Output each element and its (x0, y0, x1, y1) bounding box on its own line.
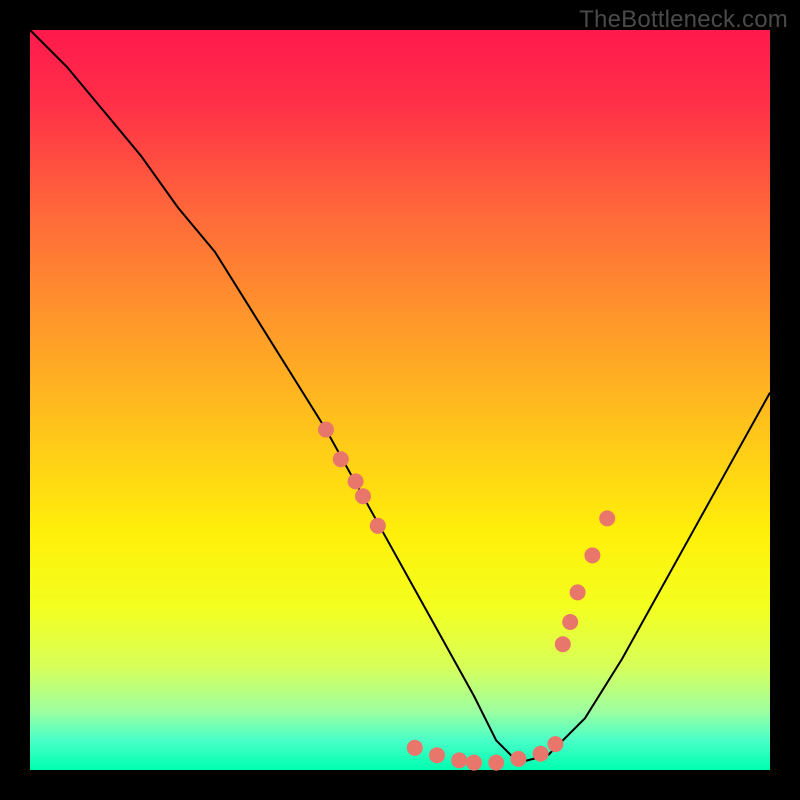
curve-dot (466, 755, 482, 771)
bottleneck-curve-path (30, 30, 770, 763)
watermark-text: TheBottleneck.com (579, 6, 788, 34)
curve-dot (488, 755, 504, 771)
curve-dot (370, 518, 386, 534)
curve-dot (533, 746, 549, 762)
curve-dot (547, 736, 563, 752)
curve-dot (429, 747, 445, 763)
chart-frame (30, 30, 770, 770)
curve-dot (407, 740, 423, 756)
curve-dot (348, 473, 364, 489)
curve-dot (562, 614, 578, 630)
curve-dot (355, 488, 371, 504)
curve-dot (584, 547, 600, 563)
curve-dots-group (318, 422, 615, 771)
curve-dot (599, 510, 615, 526)
curve-dot (555, 636, 571, 652)
curve-dot (333, 451, 349, 467)
curve-dot (510, 751, 526, 767)
curve-dot (570, 584, 586, 600)
chart-svg (30, 30, 770, 770)
curve-dot (451, 752, 467, 768)
curve-dot (318, 422, 334, 438)
